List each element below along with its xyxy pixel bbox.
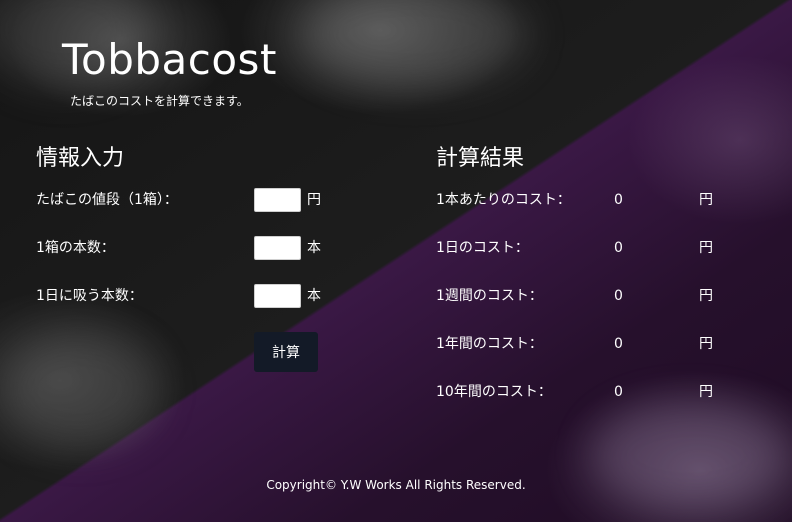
app-subtitle: たばこのコストを計算できます。 xyxy=(70,94,249,108)
app-title: Tobbacost xyxy=(62,35,277,84)
cigarettes-per-pack-input[interactable] xyxy=(254,236,301,260)
cost-per-year-label: 1年間のコスト： xyxy=(436,336,543,352)
price-per-pack-input[interactable] xyxy=(254,188,301,212)
cost-per-decade-label: 10年間のコスト： xyxy=(436,384,552,400)
cost-per-day-unit: 円 xyxy=(699,240,713,256)
cigarettes-per-day-label: 1日に吸う本数： xyxy=(36,288,143,304)
cost-per-day-value: 0 xyxy=(614,240,623,256)
cost-per-decade-value: 0 xyxy=(614,384,623,400)
cost-per-cigarette-label: 1本あたりのコスト： xyxy=(436,192,571,208)
cost-per-week-value: 0 xyxy=(614,288,623,304)
calculate-button[interactable]: 計算 xyxy=(254,332,318,372)
cost-per-year-unit: 円 xyxy=(699,336,713,352)
cost-per-week-label: 1週間のコスト： xyxy=(436,288,543,304)
copyright-footer: Copyright© Y.W Works All Rights Reserved… xyxy=(266,478,526,492)
smoke-cloud-decoration xyxy=(0,330,160,450)
cigarettes-per-day-input[interactable] xyxy=(254,284,301,308)
cost-per-week-unit: 円 xyxy=(699,288,713,304)
cost-per-cigarette-unit: 円 xyxy=(699,192,713,208)
cost-per-year-value: 0 xyxy=(614,336,623,352)
cost-per-decade-unit: 円 xyxy=(699,384,713,400)
price-per-pack-label: たばこの値段（1箱）： xyxy=(36,192,178,208)
input-section-heading: 情報入力 xyxy=(36,146,125,171)
cigarettes-per-pack-label: 1箱の本数： xyxy=(36,240,115,256)
result-section-heading: 計算結果 xyxy=(436,146,525,171)
per-pack-unit-label: 本 xyxy=(307,240,321,256)
cost-per-cigarette-value: 0 xyxy=(614,192,623,208)
cost-per-day-label: 1日のコスト： xyxy=(436,240,529,256)
smoke-cloud-decoration xyxy=(300,0,530,90)
price-unit-label: 円 xyxy=(307,192,321,208)
per-day-unit-label: 本 xyxy=(307,288,321,304)
